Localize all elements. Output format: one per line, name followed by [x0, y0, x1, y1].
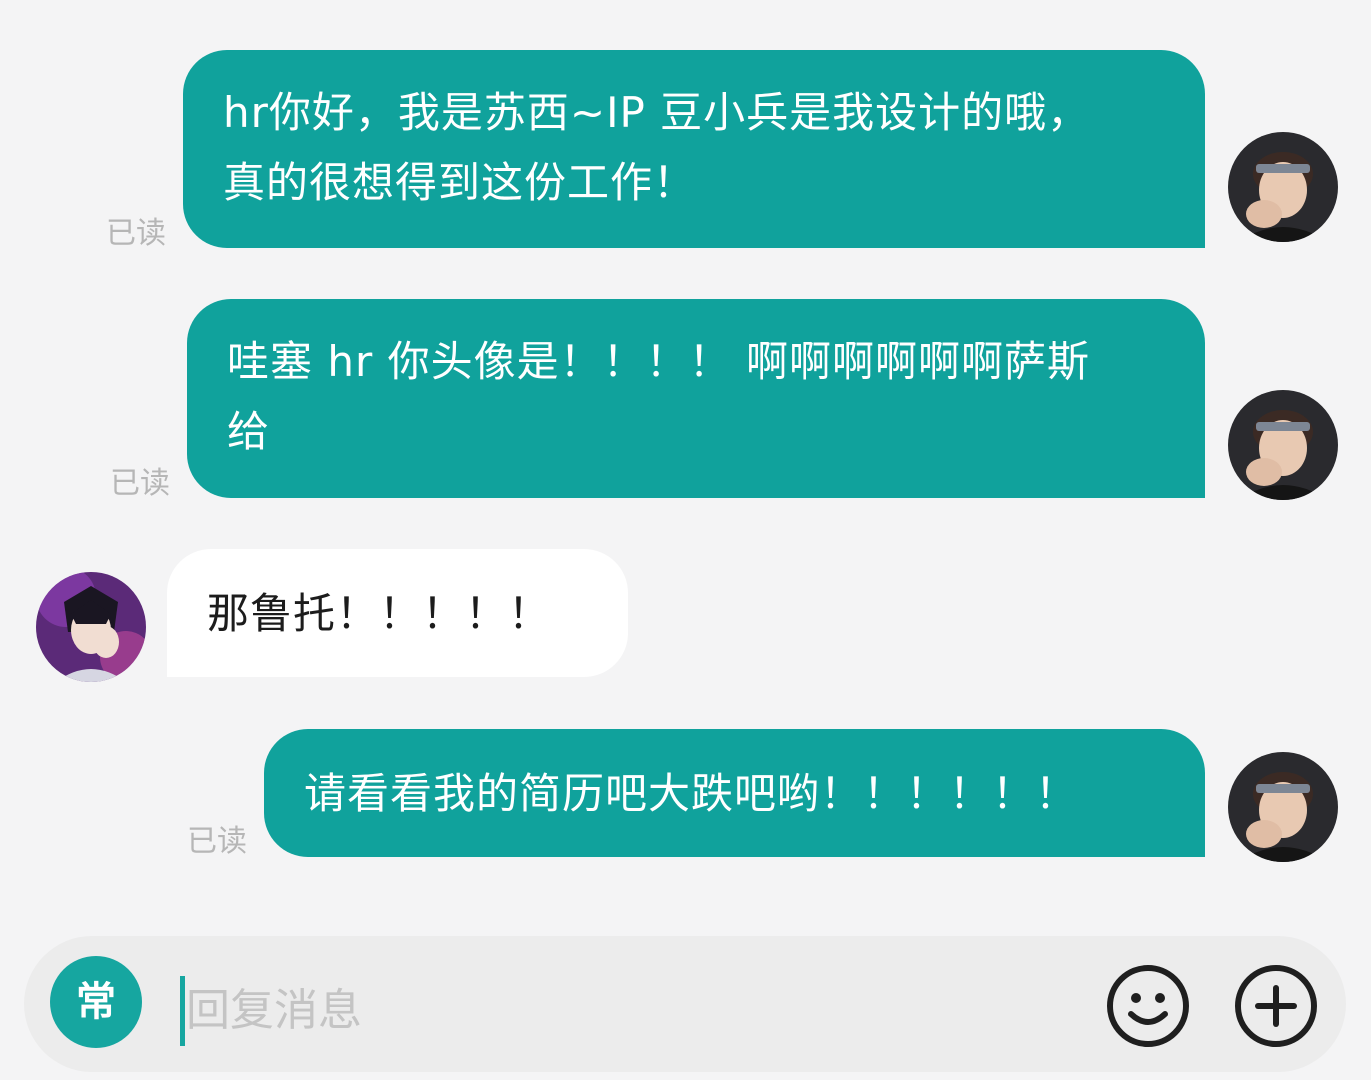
plus-icon[interactable]: [1232, 962, 1320, 1050]
my-avatar[interactable]: [1228, 752, 1338, 862]
message-text: 请看看我的简历吧大跌吧哟！！！！！！: [304, 769, 1079, 818]
outgoing-message[interactable]: hr你好，我是苏西~IP 豆小兵是我设计的哦， 真的很想得到这份工作！: [183, 50, 1205, 248]
read-status: 已读: [106, 216, 166, 251]
message-text: 那鲁托！！！！！: [207, 589, 552, 638]
reply-input[interactable]: [186, 970, 1066, 1050]
message-text: 给: [227, 407, 271, 456]
message-text: hr你好，我是苏西~IP 豆小兵是我设计的哦，: [223, 88, 1091, 137]
reply-bar: 常: [0, 910, 1371, 1080]
contact-avatar[interactable]: [36, 572, 146, 682]
text-caret: [180, 976, 185, 1046]
my-avatar[interactable]: [1228, 132, 1338, 242]
read-status: 已读: [187, 824, 247, 859]
read-status: 已读: [110, 466, 170, 501]
outgoing-message[interactable]: 哇塞 hr 你头像是！！！！ 啊啊啊啊啊啊萨斯 给: [187, 299, 1205, 498]
common-phrases-button[interactable]: 常: [50, 956, 142, 1048]
incoming-message[interactable]: 那鲁托！！！！！: [167, 549, 628, 677]
my-avatar[interactable]: [1228, 390, 1338, 500]
message-text: 哇塞 hr 你头像是！！！！ 啊啊啊啊啊啊萨斯: [227, 337, 1090, 386]
chat-message-list[interactable]: 已读 hr你好，我是苏西~IP 豆小兵是我设计的哦， 真的很想得到这份工作！ 已…: [0, 0, 1371, 910]
smiley-icon[interactable]: [1104, 962, 1192, 1050]
message-text: 真的很想得到这份工作！: [223, 158, 697, 207]
outgoing-message[interactable]: 请看看我的简历吧大跌吧哟！！！！！！: [264, 729, 1205, 857]
